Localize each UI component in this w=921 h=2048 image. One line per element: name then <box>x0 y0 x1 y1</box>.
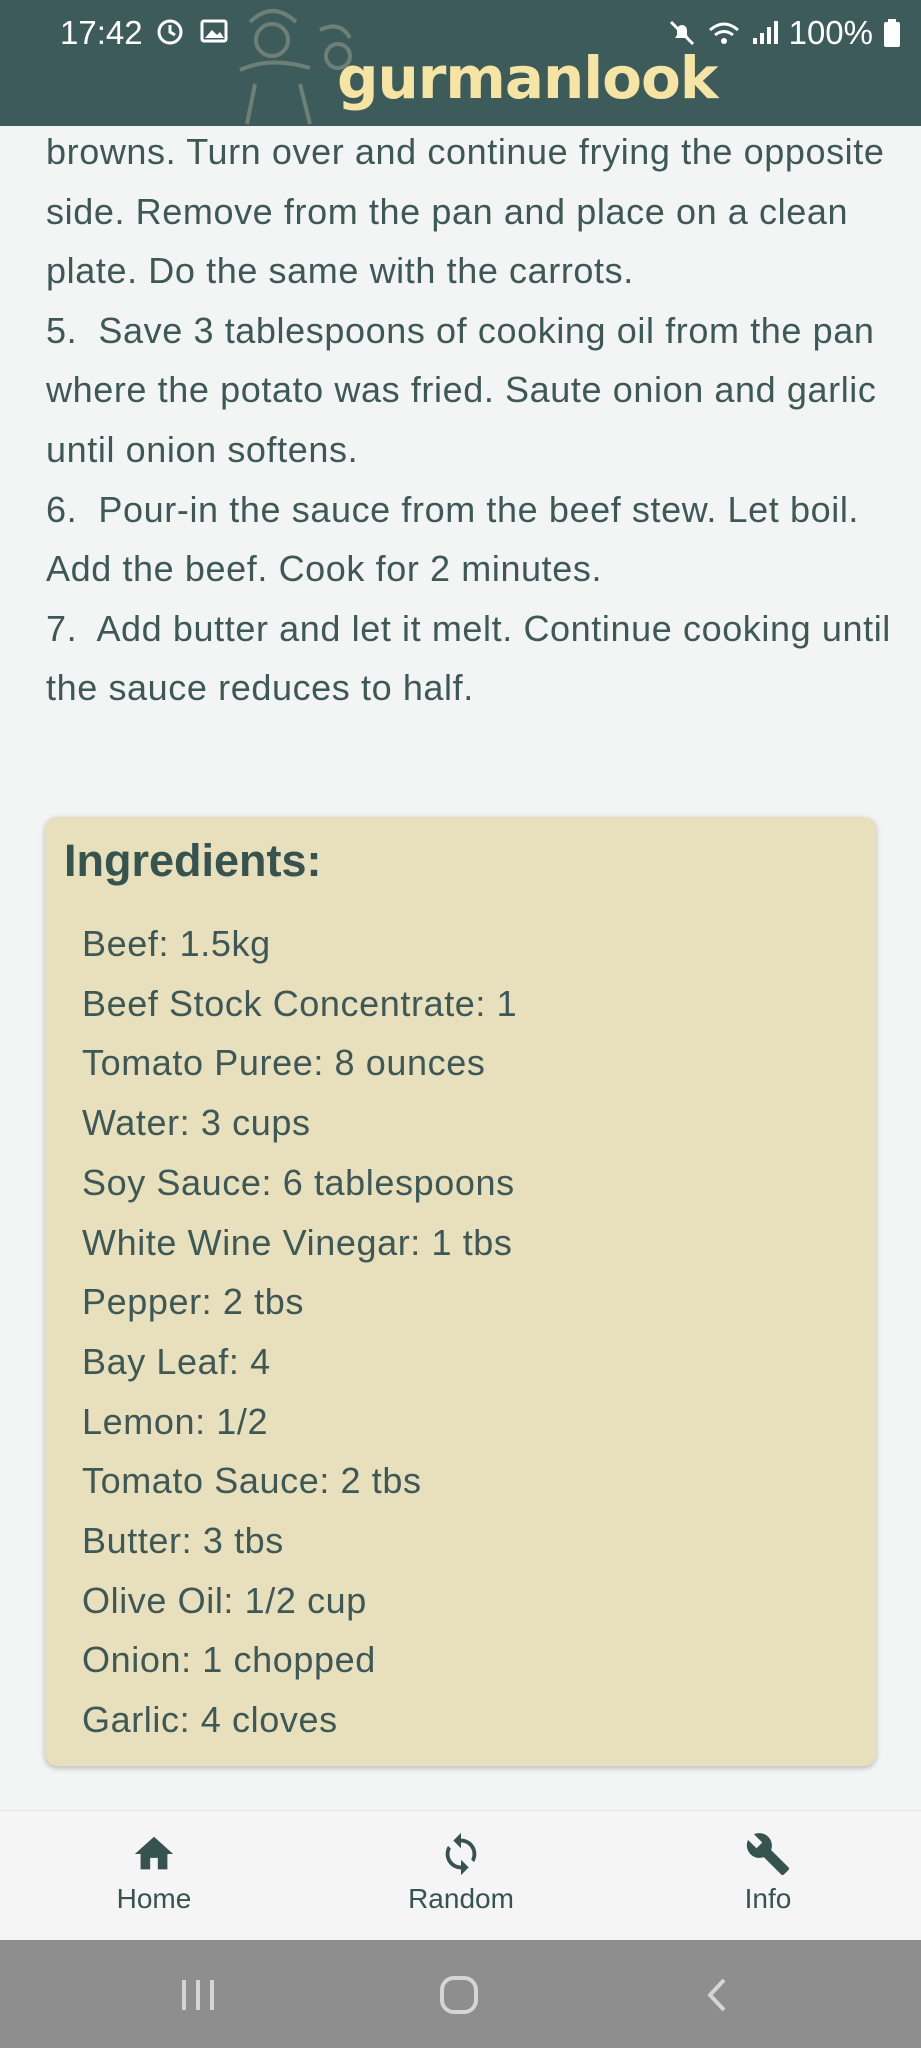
ingredient-item: Olive Oil: 1/2 cup <box>82 1579 367 1621</box>
ingredient-item: Beef Stock Concentrate: 1 <box>82 982 518 1024</box>
battery-percent: 100% <box>788 14 873 51</box>
ingredient-item: Onion: 1 chopped <box>82 1639 376 1681</box>
ingredient-item: Beef: 1.5kg <box>82 923 271 964</box>
app-header: 17:42 100% gurmanlook <box>0 0 921 126</box>
ingredient-item: Butter: 3 tbs <box>82 1520 284 1562</box>
ingredient-item: Lemon: 1/2 <box>82 1400 269 1442</box>
wrench-icon <box>746 1833 790 1876</box>
nav-random-button[interactable]: Random <box>361 1831 561 1915</box>
alarm-icon <box>157 19 183 45</box>
nav-info-button[interactable]: Info <box>668 1831 868 1915</box>
battery-icon <box>884 19 900 47</box>
ingredient-item: Garlic: 4 cloves <box>82 1699 338 1741</box>
ingredient-item: Bay Leaf: 4 <box>82 1340 271 1382</box>
ingredients-title: Ingredients: <box>64 835 322 886</box>
bottom-navigation: Home Random Info <box>0 1810 921 1936</box>
home-icon <box>134 1836 174 1870</box>
ingredient-item: Tomato Sauce: 2 tbs <box>82 1460 422 1502</box>
ingredient-item: Water: 3 cups <box>82 1102 311 1144</box>
instruction-line: browns. Turn over and continue frying th… <box>46 131 896 292</box>
nav-info-label: Info <box>744 1883 792 1914</box>
ingredient-item: Pepper: 2 tbs <box>82 1281 304 1323</box>
system-navigation-bar <box>0 1940 921 2048</box>
back-icon[interactable] <box>698 1970 734 2020</box>
home-circle-icon[interactable] <box>434 1970 484 2020</box>
ingredient-item: Soy Sauce: 6 tablespoons <box>82 1161 515 1203</box>
recents-icon[interactable] <box>178 1970 218 2020</box>
ingredients-list: Beef: 1.5kg Beef Stock Concentrate: 1 To… <box>82 914 517 1750</box>
nav-random-label: Random <box>408 1883 514 1914</box>
ingredient-item: Tomato Puree: 8 ounces <box>82 1042 486 1084</box>
instructions-text: browns. Turn over and continue frying th… <box>46 122 896 718</box>
refresh-icon <box>445 1832 477 1876</box>
ingredient-item: White Wine Vinegar: 1 tbs <box>82 1221 513 1263</box>
image-icon <box>200 19 228 43</box>
nav-home-button[interactable]: Home <box>54 1831 254 1915</box>
brand-logo: gurmanlook <box>337 44 718 112</box>
instruction-line: 6. Pour-in the sauce from the beef stew.… <box>46 488 868 590</box>
instruction-line: 7. Add butter and let it melt. Continue … <box>46 607 902 709</box>
nav-home-label: Home <box>116 1883 192 1914</box>
ingredients-card: Ingredients: Beef: 1.5kg Beef Stock Conc… <box>45 817 876 1766</box>
instruction-line: 5. Save 3 tablespoons of cooking oil fro… <box>46 309 888 470</box>
signal-icon <box>752 21 778 44</box>
status-time: 17:42 <box>60 14 143 51</box>
